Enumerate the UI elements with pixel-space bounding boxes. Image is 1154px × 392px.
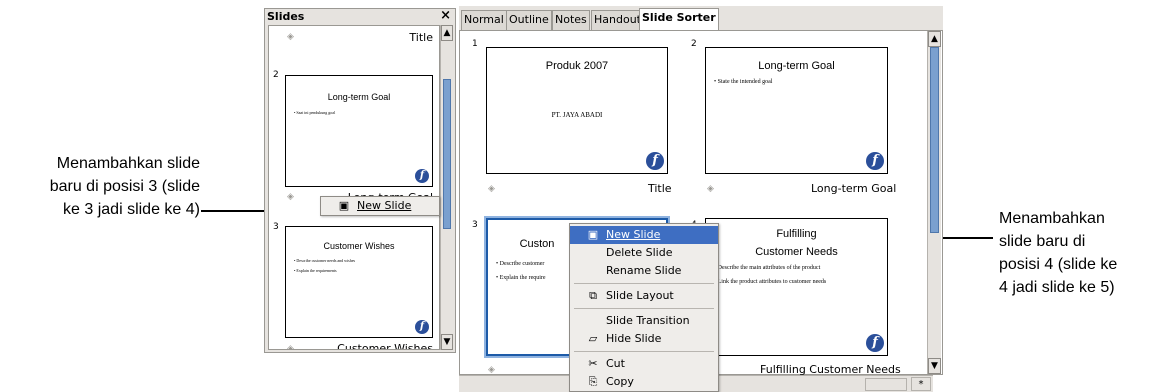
thumb-bullet: • Explain the requirements bbox=[294, 268, 337, 273]
menu-item-slide-transition[interactable]: Slide Transition bbox=[570, 312, 718, 330]
sorter-slide-2[interactable]: Long-term Goal • State the intended goal… bbox=[705, 47, 888, 174]
fedora-logo-icon: f bbox=[415, 169, 429, 183]
thumb-title-line2: Customer Needs bbox=[755, 246, 838, 258]
thumb-title: Long-term Goal bbox=[758, 60, 835, 72]
menu-item-slide-layout[interactable]: ⧉ Slide Layout bbox=[570, 287, 718, 305]
thumb-bullet: • Describe customer needs and wishes bbox=[294, 258, 356, 263]
slide-context-menu: ▣ New Slide Delete Slide Rename Slide ⧉ … bbox=[569, 223, 719, 392]
sorter-label-1[interactable]: Title bbox=[648, 182, 672, 195]
sorter-slide-4[interactable]: Fulfilling Customer Needs • Describe the… bbox=[705, 218, 888, 356]
annotation-left: Menambahkan slide baru di posisi 3 (slid… bbox=[49, 155, 200, 218]
slides-pane: Slides × ◈ Title 2 Long-term Goal • Saat… bbox=[264, 8, 456, 353]
slide-number-2: 2 bbox=[273, 70, 279, 80]
view-tabs: Normal Outline Notes Handout Slide Sorte… bbox=[459, 6, 943, 30]
menu-item-copy[interactable]: ⎘ Copy bbox=[570, 373, 718, 391]
sorter-scrollbar[interactable]: ▲ ▼ bbox=[927, 31, 941, 374]
thumb-bullet: • Saat ini pendukung goal bbox=[294, 110, 336, 115]
slide-number-3: 3 bbox=[273, 222, 279, 232]
fedora-logo-icon: f bbox=[866, 334, 884, 352]
thumb-title-line1: Fulfilling bbox=[776, 228, 817, 240]
close-icon[interactable]: × bbox=[440, 8, 451, 23]
slide-thumbnail-2[interactable]: Long-term Goal • Saat ini pendukung goal… bbox=[285, 75, 433, 187]
tab-notes[interactable]: Notes bbox=[552, 10, 590, 30]
transition-icon: ◈ bbox=[488, 365, 495, 375]
slide-thumbnail-3[interactable]: Customer Wishes • Describe customer need… bbox=[285, 226, 433, 338]
status-modified: * bbox=[911, 377, 931, 391]
tab-normal[interactable]: Normal bbox=[461, 10, 507, 30]
transition-icon: ◈ bbox=[488, 184, 495, 194]
menu-separator bbox=[574, 351, 714, 352]
sorter-label-2[interactable]: Long-term Goal bbox=[811, 182, 896, 195]
scrollbar-thumb[interactable] bbox=[443, 79, 451, 229]
slide-label-1[interactable]: Title bbox=[409, 31, 433, 44]
copy-icon: ⎘ bbox=[588, 375, 598, 388]
slides-pane-title: Slides bbox=[267, 10, 305, 23]
hide-slide-icon: ▱ bbox=[588, 332, 598, 345]
scroll-down-icon[interactable]: ▼ bbox=[928, 358, 941, 374]
menu-separator bbox=[574, 283, 714, 284]
menu-separator bbox=[574, 308, 714, 309]
slide-number-3: 3 bbox=[472, 220, 478, 230]
menu-item-new-slide[interactable]: ▣ New Slide bbox=[570, 226, 718, 244]
transition-icon: ◈ bbox=[287, 344, 294, 350]
scroll-down-icon[interactable]: ▼ bbox=[441, 334, 453, 350]
transition-icon: ◈ bbox=[287, 192, 294, 202]
menu-item-delete-slide[interactable]: Delete Slide bbox=[570, 244, 718, 262]
thumb-bullet: • Link the product attributes to custome… bbox=[714, 279, 827, 285]
annotation-right: Menambahkan slide baru di posisi 4 (slid… bbox=[999, 210, 1118, 296]
slides-pane-context-menu: ▣ New Slide bbox=[320, 196, 440, 216]
thumb-title: Produk 2007 bbox=[545, 60, 609, 72]
thumb-title: Customer Wishes bbox=[323, 241, 395, 251]
tab-slide-sorter[interactable]: Slide Sorter bbox=[639, 8, 719, 30]
menu-item-hide-slide[interactable]: ▱ Hide Slide bbox=[570, 330, 718, 348]
new-slide-icon: ▣ bbox=[338, 199, 350, 212]
slides-pane-scrollbar[interactable]: ▲ ▼ bbox=[440, 25, 453, 350]
transition-icon: ◈ bbox=[707, 184, 714, 194]
scissors-icon: ✂ bbox=[588, 357, 598, 370]
menu-item-rename-slide[interactable]: Rename Slide bbox=[570, 262, 718, 280]
slides-list: ◈ Title 2 Long-term Goal • Saat ini pend… bbox=[268, 25, 440, 350]
scroll-up-icon[interactable]: ▲ bbox=[441, 25, 453, 41]
slide-label-3[interactable]: Customer Wishes bbox=[337, 342, 433, 349]
thumb-bullet: • State the intended goal bbox=[714, 79, 773, 85]
status-cell bbox=[865, 378, 907, 391]
tab-outline[interactable]: Outline bbox=[506, 10, 552, 30]
fedora-logo-icon: f bbox=[415, 320, 429, 334]
thumb-title: Long-term Goal bbox=[327, 92, 391, 102]
fedora-logo-icon: f bbox=[646, 152, 664, 170]
slide-number-2: 2 bbox=[691, 39, 697, 49]
slide-number-1: 1 bbox=[472, 39, 478, 49]
slide-layout-icon: ⧉ bbox=[589, 289, 597, 302]
sorter-slide-1[interactable]: Produk 2007 PT. JAYA ABADI f bbox=[486, 47, 668, 174]
transition-icon: ◈ bbox=[287, 32, 294, 42]
tab-handout[interactable]: Handout bbox=[591, 10, 644, 30]
new-slide-icon: ▣ bbox=[587, 228, 599, 241]
fedora-logo-icon: f bbox=[866, 152, 884, 170]
thumb-bullet: • Describe customer bbox=[496, 261, 545, 267]
thumb-subtitle: PT. JAYA ABADI bbox=[551, 111, 603, 119]
menu-item-new-slide[interactable]: ▣ New Slide bbox=[321, 197, 439, 215]
thumb-bullet: • Explain the require bbox=[496, 275, 546, 281]
thumb-bullet: • Describe the main attributes of the pr… bbox=[714, 265, 821, 271]
menu-item-cut[interactable]: ✂ Cut bbox=[570, 355, 718, 373]
scroll-up-icon[interactable]: ▲ bbox=[928, 31, 941, 47]
scrollbar-thumb[interactable] bbox=[930, 47, 939, 233]
